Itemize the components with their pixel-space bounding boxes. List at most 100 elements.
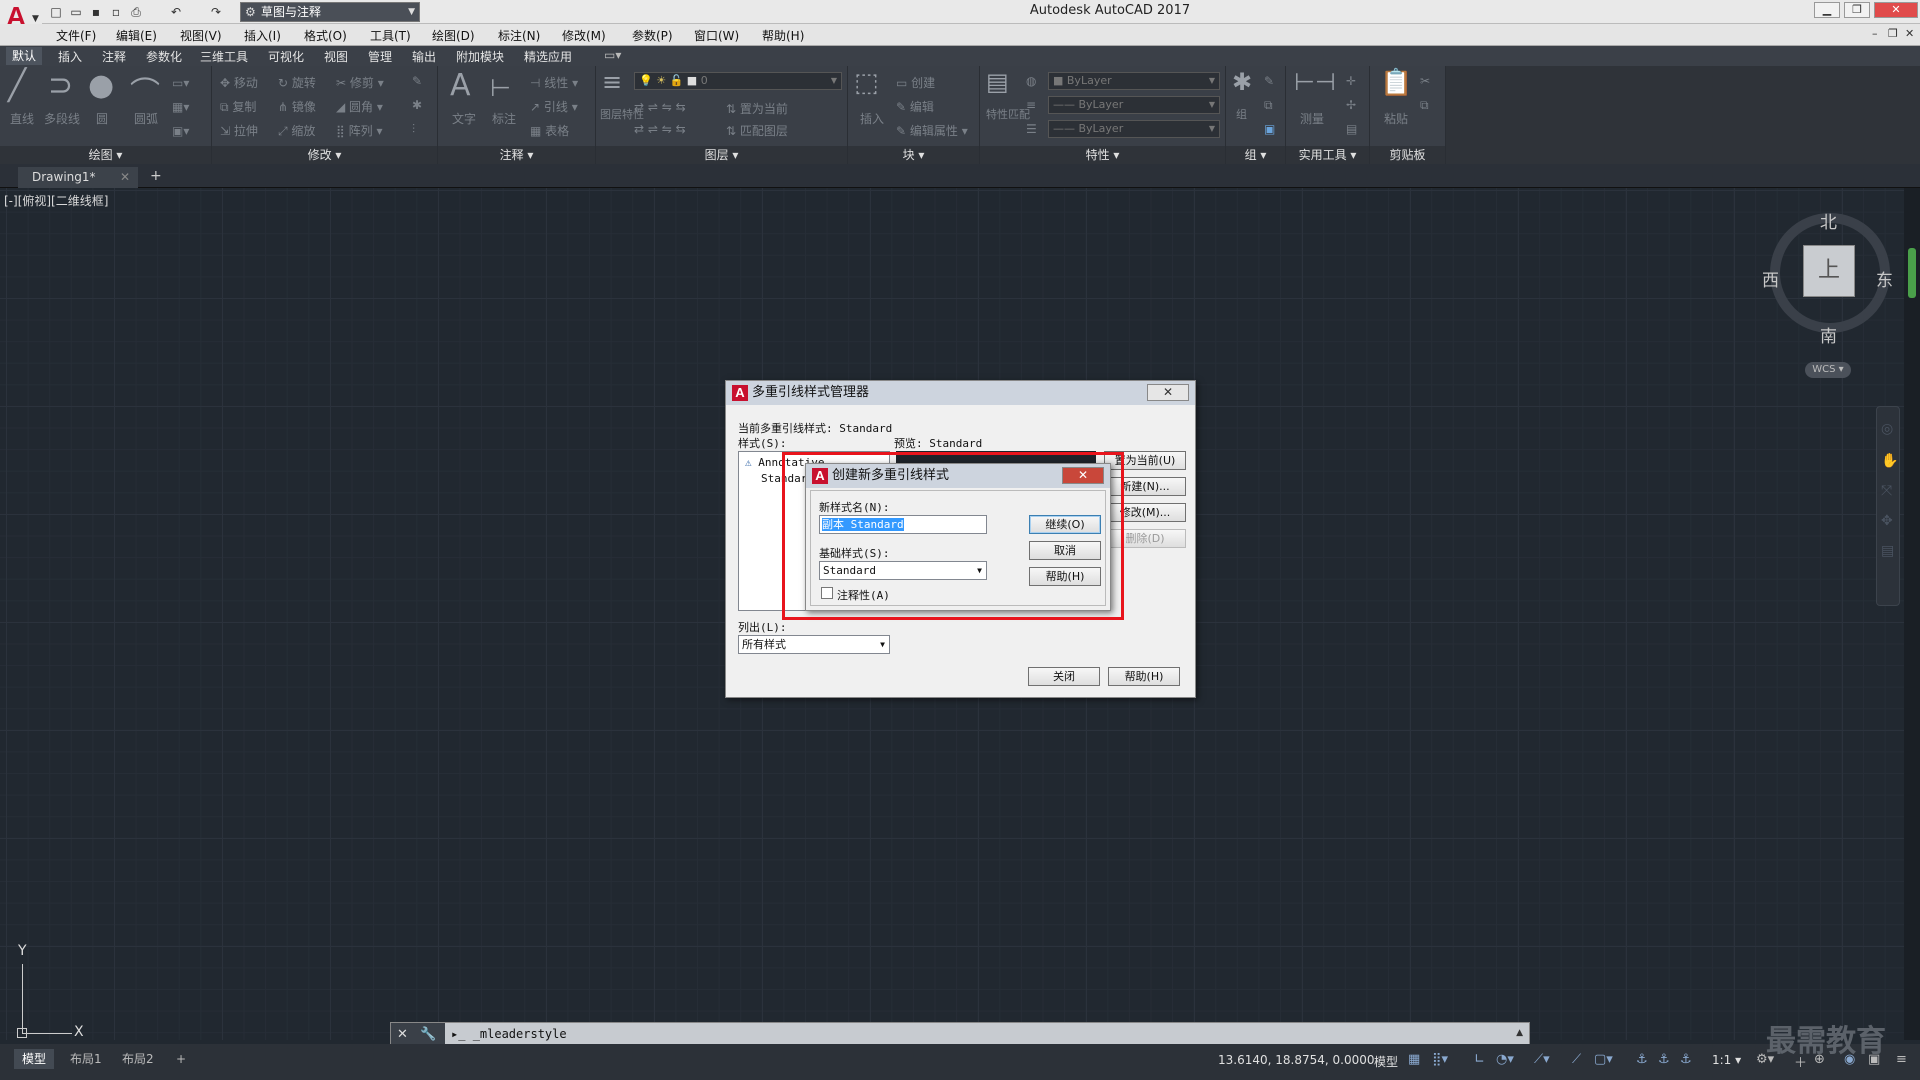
customize-icon[interactable]: ≡ xyxy=(1896,1052,1907,1067)
color-wheel-icon[interactable]: ◍ xyxy=(1026,74,1036,88)
menu-dimension[interactable]: 标注(N) xyxy=(498,27,540,44)
polyline-icon[interactable]: ⊃ xyxy=(48,68,73,103)
close-dialog-button[interactable]: 关闭 xyxy=(1028,667,1100,686)
grid-icon[interactable]: ▦ xyxy=(1408,1052,1420,1067)
edit-attributes[interactable]: ✎ 编辑属性 ▾ xyxy=(896,122,968,139)
doc-close-button[interactable]: ✕ xyxy=(1905,27,1914,40)
lineweight-dropdown[interactable]: —— ByLayer ▼ xyxy=(1048,96,1220,114)
panel-layers-label[interactable]: 图层 ▾ xyxy=(596,146,847,164)
open-icon[interactable]: ▭ xyxy=(68,4,84,20)
offset-icon[interactable]: ⫶ xyxy=(412,122,415,137)
panel-modify-label[interactable]: 修改 ▾ xyxy=(212,146,437,164)
calculator-icon[interactable]: ▤ xyxy=(1346,122,1357,136)
close-icon[interactable]: ✕ xyxy=(397,1027,408,1042)
viewcube-top-face[interactable]: 上 xyxy=(1803,245,1855,297)
tab-parametric[interactable]: 参数化 xyxy=(146,48,182,65)
panel-groups-label[interactable]: 组 ▾ xyxy=(1226,146,1285,164)
menu-window[interactable]: 窗口(W) xyxy=(694,27,739,44)
dimension-icon[interactable]: ⊢ xyxy=(490,74,511,102)
compass-east[interactable]: 东 xyxy=(1876,266,1893,291)
lineweight-icon[interactable]: ≡ xyxy=(1026,98,1036,112)
menu-draw[interactable]: 绘图(D) xyxy=(432,27,475,44)
ungroup-icon[interactable]: ✎ xyxy=(1264,74,1274,88)
stretch-tool[interactable]: ⇲ 拉伸 xyxy=(220,122,258,139)
new-icon[interactable]: □ xyxy=(48,4,64,20)
close-button[interactable]: ✕ xyxy=(1874,2,1918,18)
group-select-icon[interactable]: ▣ xyxy=(1264,122,1275,136)
doc-minimize-button[interactable]: – xyxy=(1872,27,1878,40)
redo-icon[interactable]: ↷ xyxy=(208,4,224,20)
layer-dropdown[interactable]: 💡 ☀ 🔓 ■ 0 ▼ xyxy=(634,72,842,90)
group-edit-icon[interactable]: ⧉ xyxy=(1264,98,1273,113)
showmotion-icon[interactable]: ▤ xyxy=(1881,543,1894,559)
arc-icon[interactable]: ⌒ xyxy=(130,68,160,112)
menu-insert[interactable]: 插入(I) xyxy=(244,27,281,44)
help-button[interactable]: 帮助(H) xyxy=(1108,667,1180,686)
rectangle-icon[interactable]: ▭▾ xyxy=(172,76,189,90)
leader-tool[interactable]: ↗ 引线 ▾ xyxy=(530,98,578,115)
pan-icon[interactable]: ✋ xyxy=(1881,453,1898,469)
panel-clipboard-label[interactable]: 剪贴板 xyxy=(1370,146,1445,164)
text-icon[interactable]: A xyxy=(450,68,471,103)
set-current-layer[interactable]: ⇅ 置为当前 xyxy=(726,100,788,117)
maximize-button[interactable]: ❐ xyxy=(1844,2,1870,18)
new-tab-button[interactable]: + xyxy=(150,168,162,184)
polar-icon[interactable]: ◔▾ xyxy=(1496,1052,1514,1067)
create-block[interactable]: ▭ 创建 xyxy=(896,74,935,91)
minimize-button[interactable]: ▁ xyxy=(1814,2,1840,18)
tab-drawing1[interactable]: Drawing1* ✕ xyxy=(18,167,138,188)
chevron-up-icon[interactable]: ▲ xyxy=(1516,1028,1523,1038)
annotation-visibility-icon[interactable]: ⚓ xyxy=(1658,1052,1670,1067)
color-dropdown[interactable]: ■ ByLayer ▼ xyxy=(1048,72,1220,90)
tab-featured-apps[interactable]: 精选应用 xyxy=(524,48,572,65)
copy-clip-icon[interactable]: ⧉ xyxy=(1420,98,1429,113)
menu-format[interactable]: 格式(O) xyxy=(304,27,347,44)
menu-edit[interactable]: 编辑(E) xyxy=(116,27,157,44)
tab-view[interactable]: 视图 xyxy=(324,48,348,65)
annotation-scale-icon[interactable]: ⚓ xyxy=(1636,1052,1648,1067)
tab-insert[interactable]: 插入 xyxy=(58,48,82,65)
tab-layout2[interactable]: 布局2 xyxy=(114,1049,162,1069)
orbit-icon[interactable]: ✥ xyxy=(1881,513,1893,529)
osnap-icon[interactable]: ⟋ xyxy=(1572,1052,1581,1067)
tab-annotate[interactable]: 注释 xyxy=(102,48,126,65)
mirror-tool[interactable]: ⋔ 镜像 xyxy=(278,98,316,115)
compass-north[interactable]: 北 xyxy=(1820,208,1837,233)
saveas-icon[interactable]: ▫ xyxy=(108,4,124,20)
steeringwheel-icon[interactable]: ◎ xyxy=(1881,421,1893,437)
id-point-icon[interactable]: ✢ xyxy=(1346,98,1356,112)
match-layer[interactable]: ⇅ 匹配图层 xyxy=(726,122,788,139)
close-icon[interactable]: ✕ xyxy=(120,167,130,187)
array-tool[interactable]: ⣿ 阵列 ▾ xyxy=(336,122,382,139)
tab-layout1[interactable]: 布局1 xyxy=(62,1049,110,1069)
edit-block[interactable]: ✎ 编辑 xyxy=(896,98,934,115)
linetype-dropdown[interactable]: —— ByLayer ▼ xyxy=(1048,120,1220,138)
zoom-icon[interactable]: ⤧ xyxy=(1881,483,1892,499)
point-icon[interactable]: ✛ xyxy=(1346,74,1356,88)
menu-help[interactable]: 帮助(H) xyxy=(762,27,804,44)
close-button[interactable]: ✕ xyxy=(1147,384,1189,401)
tab-model[interactable]: 模型 xyxy=(14,1049,55,1069)
list-filter-dropdown[interactable]: 所有样式 ▼ xyxy=(738,635,890,654)
move-tool[interactable]: ✥ 移动 xyxy=(220,74,258,91)
panel-utilities-label[interactable]: 实用工具 ▾ xyxy=(1286,146,1369,164)
menu-view[interactable]: 视图(V) xyxy=(180,27,222,44)
menu-tools[interactable]: 工具(T) xyxy=(370,27,411,44)
rotate-tool[interactable]: ↻ 旋转 xyxy=(278,74,316,91)
circle-icon[interactable]: ● xyxy=(88,68,114,103)
tab-default[interactable]: 默认 xyxy=(6,47,43,65)
measure-icon[interactable]: ⊢⊣ xyxy=(1294,68,1336,96)
tab-output[interactable]: 输出 xyxy=(412,48,436,65)
panel-block-label[interactable]: 块 ▾ xyxy=(848,146,979,164)
paste-icon[interactable]: 📋 xyxy=(1380,68,1412,98)
wrench-icon[interactable]: 🔧 xyxy=(420,1027,436,1042)
tab-visualize[interactable]: 可视化 xyxy=(268,48,304,65)
layer-properties-icon[interactable]: ≡ xyxy=(602,68,622,96)
object-snap-icon[interactable]: ▢▾ xyxy=(1594,1052,1613,1067)
menu-parametric[interactable]: 参数(P) xyxy=(632,27,673,44)
compass-south[interactable]: 南 xyxy=(1820,322,1837,347)
copy-tool[interactable]: ⧉ 复制 xyxy=(220,98,256,115)
menu-modify[interactable]: 修改(M) xyxy=(562,27,606,44)
scrollbar-thumb[interactable] xyxy=(1908,248,1916,298)
gradient-icon[interactable]: ▣▾ xyxy=(172,124,189,138)
